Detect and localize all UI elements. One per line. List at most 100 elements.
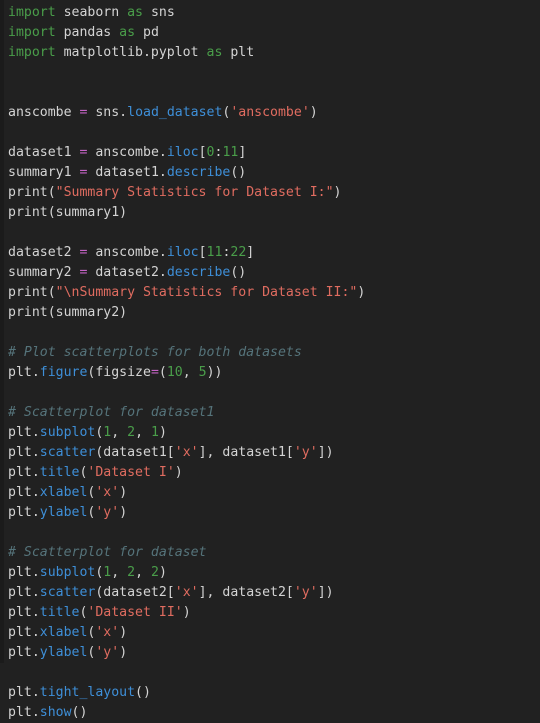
- code-token-id: (): [71, 705, 88, 720]
- code-token-num: 11: [222, 145, 239, 160]
- code-line[interactable]: [8, 123, 540, 143]
- code-token-id: plt.: [8, 585, 40, 600]
- code-token-id: ): [357, 285, 366, 300]
- code-content[interactable]: import seaborn as sns import pandas as pd…: [0, 0, 540, 723]
- code-line[interactable]: plt.show(): [8, 703, 540, 723]
- code-line[interactable]: # Plot scatterplots for both datasets: [8, 343, 540, 363]
- code-token-id: plt.: [8, 705, 40, 720]
- code-token-id: anscombe.: [87, 145, 167, 160]
- code-token-fn: load_dataset: [127, 105, 223, 120]
- code-token-id: ], dataset1[: [198, 445, 294, 460]
- code-line[interactable]: import matplotlib.pyplot as plt: [8, 43, 540, 63]
- code-token-fn: scatter: [39, 445, 96, 460]
- code-line[interactable]: [8, 383, 540, 403]
- code-line[interactable]: import pandas as pd: [8, 23, 540, 43]
- code-line[interactable]: [8, 323, 540, 343]
- code-line[interactable]: # Scatterplot for dataset1: [8, 403, 540, 423]
- code-line[interactable]: plt.figure(figsize=(10, 5)): [8, 363, 540, 383]
- code-token-fn: subplot: [39, 565, 96, 580]
- code-token-fn: describe: [166, 265, 231, 280]
- code-token-fn: iloc: [166, 145, 199, 160]
- code-token-id: (): [230, 165, 247, 180]
- code-token-num: 0: [206, 145, 215, 160]
- code-token-id: ,: [135, 565, 151, 580]
- code-token-id: (dataset2[: [95, 585, 175, 600]
- code-line[interactable]: summary2 = dataset2.describe(): [8, 263, 540, 283]
- code-token-cmt: # Scatterplot for dataset1: [8, 405, 215, 420]
- code-token-id: summary1: [8, 165, 80, 180]
- code-token-str: 'Dataset II': [87, 605, 183, 620]
- code-line[interactable]: [8, 663, 540, 683]
- code-token-id: plt.: [8, 465, 40, 480]
- code-line[interactable]: anscombe = sns.load_dataset('anscombe'): [8, 103, 540, 123]
- code-token-id: ): [119, 645, 128, 660]
- code-token-id: summary2: [8, 265, 80, 280]
- code-editor[interactable]: import seaborn as sns import pandas as pd…: [0, 0, 540, 720]
- code-token-cmt: # Scatterplot for dataset: [8, 545, 207, 560]
- code-token-fn: describe: [166, 165, 231, 180]
- code-line[interactable]: [8, 83, 540, 103]
- code-line[interactable]: print("Summary Statistics for Dataset I:…: [8, 183, 540, 203]
- code-token-id: plt.: [8, 605, 40, 620]
- code-token-id: plt.: [8, 685, 40, 700]
- code-token-id: [: [198, 245, 207, 260]
- code-token-num: 2: [150, 565, 159, 580]
- code-token-num: 22: [230, 245, 247, 260]
- code-token-id: (): [135, 685, 151, 700]
- code-token-str: "\nSummary Statistics for Dataset II:": [55, 285, 358, 300]
- code-token-id: ): [119, 625, 128, 640]
- code-token-num: 1: [150, 425, 159, 440]
- code-line[interactable]: plt.title('Dataset II'): [8, 603, 540, 623]
- code-line[interactable]: plt.xlabel('x'): [8, 483, 540, 503]
- code-token-id: print(: [8, 285, 56, 300]
- code-line[interactable]: plt.subplot(1, 2, 1): [8, 423, 540, 443]
- code-line[interactable]: [8, 63, 540, 83]
- code-token-fn: iloc: [166, 245, 199, 260]
- code-token-id: plt.: [8, 645, 40, 660]
- code-token-fn: title: [39, 465, 80, 480]
- code-token-str: 'Dataset I': [87, 465, 175, 480]
- code-token-id: anscombe: [8, 105, 80, 120]
- code-token-id: ): [119, 505, 128, 520]
- code-token-id: plt.: [8, 625, 40, 640]
- code-line[interactable]: print(summary2): [8, 303, 540, 323]
- code-token-kw: as: [119, 25, 136, 40]
- code-line[interactable]: print("\nSummary Statistics for Dataset …: [8, 283, 540, 303]
- code-token-id: sns.: [87, 105, 128, 120]
- code-line[interactable]: plt.tight_layout(): [8, 683, 540, 703]
- code-token-id: ,: [111, 565, 128, 580]
- code-token-str: 'y': [293, 445, 318, 460]
- code-line[interactable]: plt.subplot(1, 2, 2): [8, 563, 540, 583]
- code-line[interactable]: plt.ylabel('y'): [8, 643, 540, 663]
- code-line[interactable]: summary1 = dataset1.describe(): [8, 163, 540, 183]
- code-token-kw: as: [206, 45, 223, 60]
- code-token-id: anscombe.: [87, 245, 167, 260]
- code-token-id: plt.: [8, 425, 40, 440]
- code-line[interactable]: [8, 223, 540, 243]
- code-token-id: (): [230, 265, 247, 280]
- code-token-op: =: [150, 365, 159, 380]
- code-line[interactable]: plt.xlabel('x'): [8, 623, 540, 643]
- code-token-kw: import: [8, 25, 56, 40]
- code-token-id: sns: [143, 5, 175, 20]
- code-line[interactable]: print(summary1): [8, 203, 540, 223]
- code-line[interactable]: dataset2 = anscombe.iloc[11:22]: [8, 243, 540, 263]
- code-token-id: plt.: [8, 565, 40, 580]
- code-line[interactable]: plt.scatter(dataset2['x'], dataset2['y']…: [8, 583, 540, 603]
- code-token-fn: subplot: [39, 425, 96, 440]
- code-line[interactable]: [8, 523, 540, 543]
- code-line[interactable]: plt.ylabel('y'): [8, 503, 540, 523]
- code-line[interactable]: # Scatterplot for dataset: [8, 543, 540, 563]
- code-token-id: seaborn: [55, 5, 128, 20]
- code-token-str: 'y': [95, 505, 120, 520]
- code-line[interactable]: dataset1 = anscombe.iloc[0:11]: [8, 143, 540, 163]
- code-token-fn: title: [39, 605, 80, 620]
- code-line[interactable]: import seaborn as sns: [8, 3, 540, 23]
- code-line[interactable]: plt.title('Dataset I'): [8, 463, 540, 483]
- code-token-num: 5: [198, 365, 207, 380]
- code-token-id: print(: [8, 185, 56, 200]
- code-token-str: 'x': [174, 585, 199, 600]
- code-line[interactable]: plt.scatter(dataset1['x'], dataset1['y']…: [8, 443, 540, 463]
- code-token-cmt: # Plot scatterplots for both datasets: [8, 345, 302, 360]
- code-token-id: plt.: [8, 505, 40, 520]
